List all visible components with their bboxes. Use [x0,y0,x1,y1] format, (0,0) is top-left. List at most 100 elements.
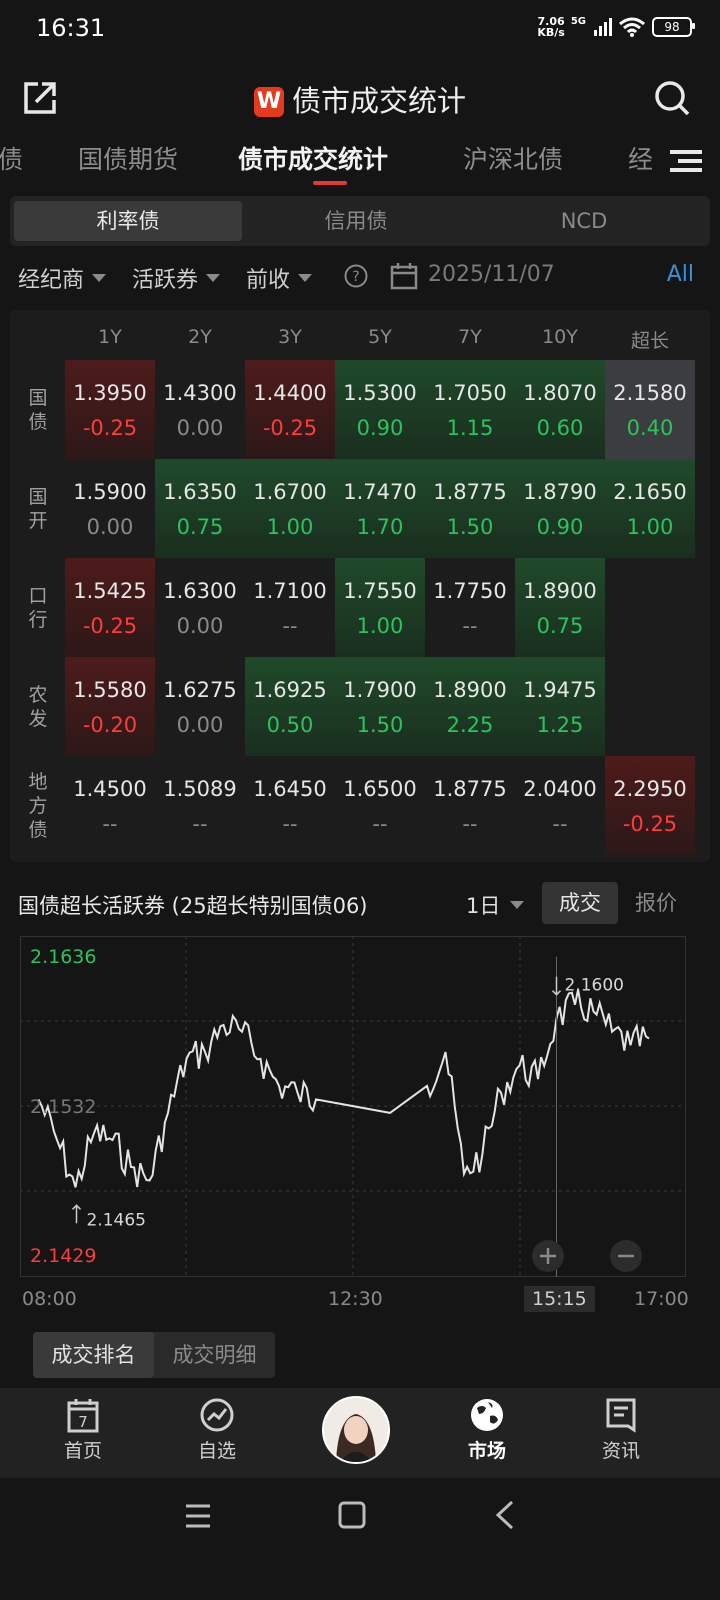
yield-cell[interactable]: 1.5580 -0.20 [65,657,155,756]
row-header: 国 债 [28,386,48,433]
yield-cell[interactable]: 2.1650 1.00 [605,459,695,558]
yield-value: 1.9475 [523,678,597,702]
nav-home[interactable]: 7 首页 [28,1388,138,1463]
yield-cell[interactable]: 1.6500 -- [335,756,425,855]
x-tick-label: 12:30 [328,1288,383,1310]
yield-cell[interactable]: 1.9475 1.25 [515,657,605,756]
yield-cell[interactable]: 1.8070 0.60 [515,360,605,459]
row-header: 地 方 债 [28,770,48,841]
yield-cell[interactable]: 2.0400 -- [515,756,605,855]
yield-value: 1.8790 [523,480,597,504]
yield-cell[interactable]: 1.6925 0.50 [245,657,335,756]
yield-value: 1.7100 [253,579,327,603]
yield-cell[interactable]: 1.5900 0.00 [65,459,155,558]
segment-rate-bond[interactable]: 利率债 [14,201,242,241]
toggle-quotes[interactable]: 报价 [618,882,694,924]
active-bond-dropdown[interactable]: 活跃券 [132,262,221,294]
yield-cell[interactable]: 2.2950 -0.25 [605,756,695,855]
yield-value: 1.4300 [163,381,237,405]
yield-change: -- [282,614,298,638]
tab-trade-ranking[interactable]: 成交排名 [33,1332,154,1378]
yield-value: 1.6275 [163,678,237,702]
date-selector[interactable]: 2025/11/07 [428,262,555,287]
help-icon[interactable]: ? [344,264,368,288]
yield-value: 1.8070 [523,381,597,405]
yield-change: 1.00 [356,614,404,638]
column-header: 2Y [188,326,212,348]
battery-icon: 98 [652,17,695,37]
yield-change: 0.50 [266,713,314,737]
home-icon[interactable] [337,1500,367,1530]
zoom-in-button[interactable] [532,1240,564,1272]
menu-icon[interactable] [670,148,702,174]
yield-change: 1.70 [356,515,404,539]
network-speed: 7.06 KB/s [537,15,565,39]
yield-cell[interactable]: 1.5089 -- [155,756,245,855]
tab-more[interactable]: 经 [628,140,653,176]
yield-cell[interactable] [605,558,695,657]
back-icon[interactable] [494,1500,518,1530]
nav-watchlist[interactable]: 自选 [162,1388,272,1463]
avatar[interactable] [322,1396,390,1464]
yield-cell[interactable]: 1.7100 -- [245,558,335,657]
search-icon[interactable] [652,78,692,118]
yield-cell[interactable]: 1.4500 -- [65,756,155,855]
yield-cell[interactable]: 1.7750 -- [425,558,515,657]
tab-bond[interactable]: 债 [0,140,23,176]
yield-cell[interactable]: 1.5425 -0.25 [65,558,155,657]
tab-bond-trading-stats[interactable]: 债市成交统计 [238,140,388,176]
nav-market[interactable]: 市场 [432,1388,542,1463]
yield-cell[interactable]: 1.8775 1.50 [425,459,515,558]
column-header: 7Y [458,326,482,348]
yield-cell[interactable]: 1.7550 1.00 [335,558,425,657]
y-mid-label: 2.1532 [30,1096,96,1118]
low-arrow [71,1204,82,1224]
yield-cell[interactable]: 1.8775 -- [425,756,515,855]
segment-ncd[interactable]: NCD [470,201,698,241]
zoom-out-button[interactable] [610,1240,642,1272]
yield-cell[interactable]: 1.6275 0.00 [155,657,245,756]
yield-cell[interactable]: 1.7050 1.15 [425,360,515,459]
yield-change: 1.00 [626,515,674,539]
yield-cell[interactable] [605,657,695,756]
yield-value: 1.6700 [253,480,327,504]
yield-cell[interactable]: 1.6300 0.00 [155,558,245,657]
news-icon [606,1398,636,1433]
yield-cell[interactable]: 1.4400 -0.25 [245,360,335,459]
yield-change: 0.75 [176,515,224,539]
calendar-icon[interactable] [390,262,418,290]
yield-cell[interactable]: 1.8790 0.90 [515,459,605,558]
yield-value: 2.2950 [613,777,687,801]
period-dropdown[interactable]: 1日 [466,890,525,920]
broker-dropdown[interactable]: 经纪商 [18,262,107,294]
yield-change: 0.00 [176,614,224,638]
yield-cell[interactable]: 1.5300 0.90 [335,360,425,459]
yield-cell[interactable]: 1.8900 0.75 [515,558,605,657]
yield-cell[interactable]: 1.4300 0.00 [155,360,245,459]
toggle-trades[interactable]: 成交 [542,882,618,924]
yield-cell[interactable]: 1.3950 -0.25 [65,360,155,459]
tab-trade-details[interactable]: 成交明细 [154,1332,275,1378]
tab-treasury-futures[interactable]: 国债期货 [78,140,178,176]
yield-change: 2.25 [446,713,494,737]
intraday-line-chart: 2.1600 2.1465 2.1636 2.1532 2.1429 [20,936,686,1277]
yield-cell[interactable]: 1.8900 2.25 [425,657,515,756]
yield-cell[interactable]: 1.6450 -- [245,756,335,855]
yield-cell[interactable]: 1.6350 0.75 [155,459,245,558]
segment-credit-bond[interactable]: 信用债 [242,201,470,241]
filter-row: 经纪商 活跃券 前收 ? 2025/11/07 All [18,262,708,302]
nav-news[interactable]: 资讯 [566,1388,676,1463]
yield-cell[interactable]: 1.6700 1.00 [245,459,335,558]
column-header: 1Y [98,326,122,348]
yield-cell[interactable]: 1.7470 1.70 [335,459,425,558]
yield-change: -0.20 [82,713,138,737]
recent-apps-icon[interactable] [184,1502,212,1530]
price-dropdown[interactable]: 前收 [246,262,313,294]
yield-value: 1.6450 [253,777,327,801]
bond-type-segment: 利率债 信用债 NCD [10,196,710,246]
row-header: 口 行 [28,584,48,631]
tab-exchange-bonds[interactable]: 沪深北债 [463,140,563,176]
yield-cell[interactable]: 2.1580 0.40 [605,360,695,459]
yield-cell[interactable]: 1.7900 1.50 [335,657,425,756]
all-link[interactable]: All [667,262,694,287]
